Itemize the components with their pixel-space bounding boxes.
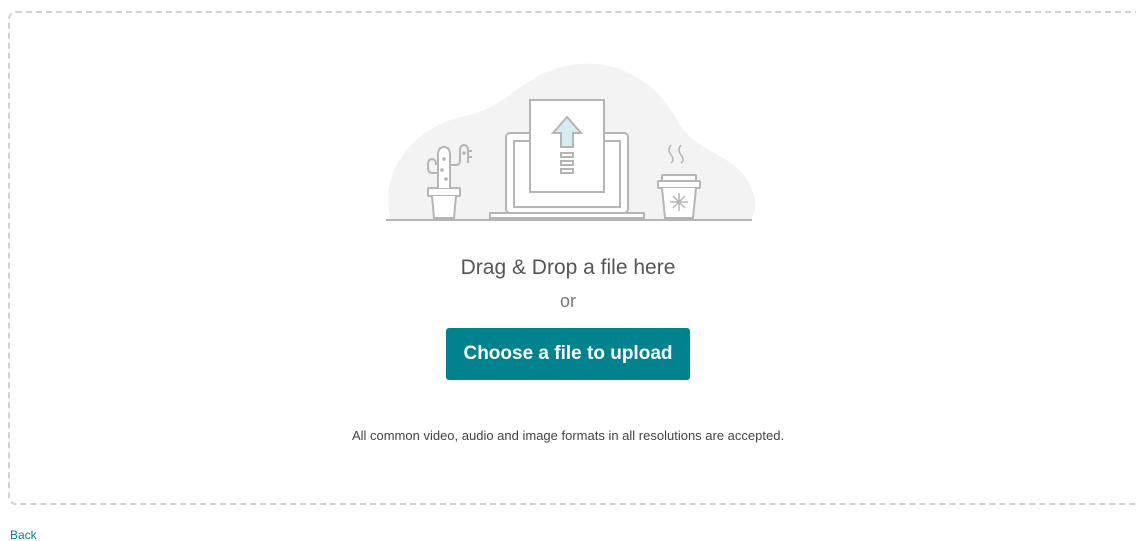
or-separator: or bbox=[559, 291, 576, 311]
coffee-cup-icon bbox=[657, 174, 701, 219]
upload-illustration bbox=[386, 63, 756, 221]
drag-drop-text: Drag & Drop a file here bbox=[460, 256, 676, 279]
upload-page: Drag & Drop a file here or Choose a file… bbox=[0, 0, 1136, 541]
accepted-formats-text: All common video, audio and image format… bbox=[351, 428, 785, 443]
choose-file-button[interactable]: Choose a file to upload bbox=[446, 328, 690, 380]
back-link[interactable]: Back bbox=[10, 528, 37, 541]
upload-document-icon bbox=[529, 99, 605, 193]
